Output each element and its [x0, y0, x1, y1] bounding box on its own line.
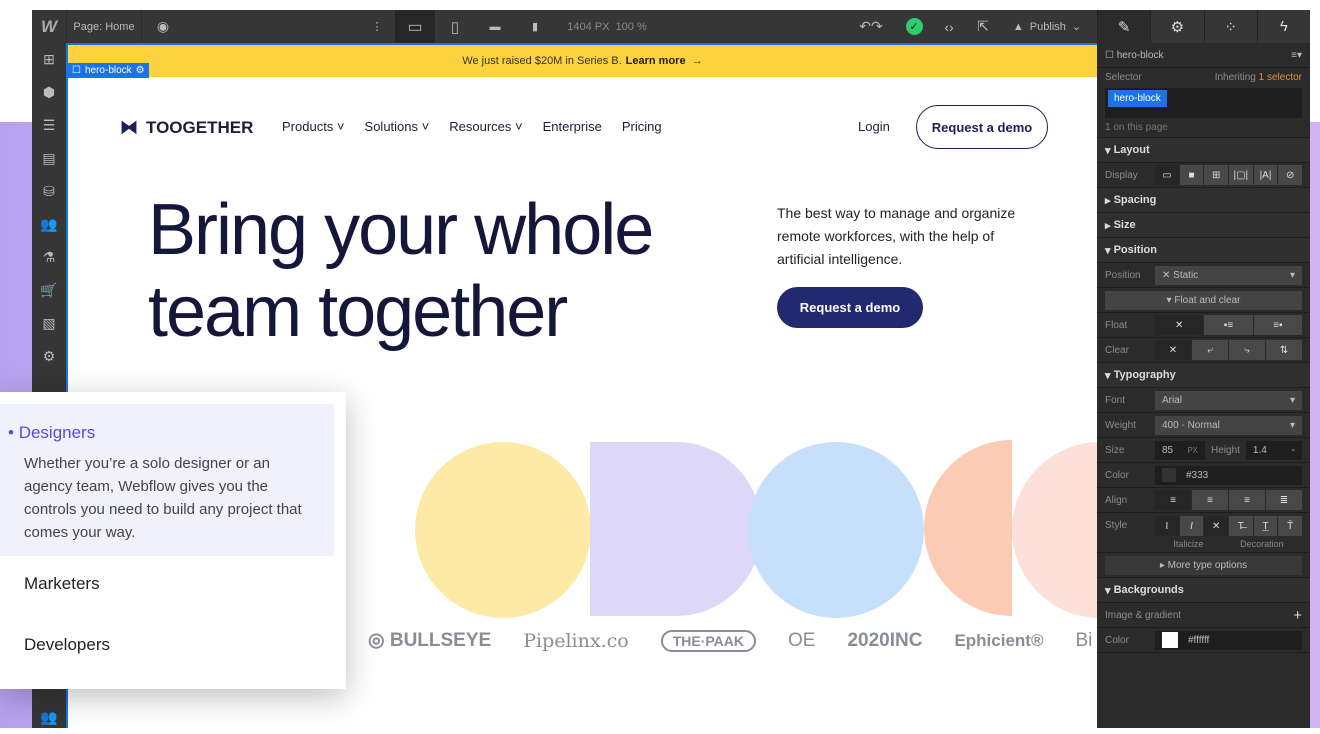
inheriting-link[interactable]: 1 selector [1259, 72, 1302, 83]
font-select[interactable]: Arial ▾ [1155, 390, 1302, 410]
brand-mark-icon: ⧓ [120, 117, 138, 137]
client-logos: ◎ BULLSEYE Pipelinx.co THE·PAAK OE 2020I… [368, 629, 1092, 652]
selector-field[interactable]: hero-block [1105, 88, 1302, 118]
nav-resources[interactable]: Resources ˅ [449, 119, 522, 134]
add-icon[interactable]: ⊞ [32, 43, 66, 76]
hero-request-demo-button[interactable]: Request a demo [777, 287, 923, 328]
align-options[interactable]: ≡ ≡ ≡ ≣ [1155, 490, 1302, 510]
line-height-input[interactable]: 1.4- [1245, 440, 1302, 460]
element-box-icon: ☐ [1105, 49, 1117, 61]
chevron-down-icon: ⌄ [1071, 21, 1082, 33]
weight-select[interactable]: 400 - Normal ▾ [1155, 415, 1302, 435]
position-select[interactable]: ✕ Static ▾ [1155, 265, 1302, 285]
more-dots-icon[interactable]: ⋮ [367, 10, 387, 43]
export-icon[interactable]: ⇱ [968, 10, 998, 43]
settings-icon[interactable]: ⚙ [32, 340, 66, 373]
selected-element-tag[interactable]: ☐ hero-block ⚙ [68, 63, 149, 78]
interactions-icon[interactable]: ϟ [1256, 10, 1310, 43]
cms-icon[interactable]: ⛁ [32, 175, 66, 208]
lavender-quarter [590, 442, 762, 616]
card-item-developers[interactable]: Developers [24, 635, 110, 655]
yellow-circle [415, 442, 591, 618]
style-panel: ✎ ⚙ ⁘ ϟ ☐ hero-block ≡▾ Selector Inheritin… [1097, 10, 1310, 728]
rocket-icon: ▲ [1012, 20, 1024, 33]
style-brush-icon[interactable]: ✎ [1097, 10, 1151, 43]
nav-solutions[interactable]: Solutions ˅ [365, 119, 430, 134]
size-section[interactable]: ▸ Size [1097, 213, 1310, 238]
login-link[interactable]: Login [858, 119, 890, 134]
pages-icon[interactable]: ▤ [32, 142, 66, 175]
logo-bullseye: ◎ BULLSEYE [368, 630, 492, 651]
status-check-icon: ✓ [900, 10, 928, 43]
page-selector[interactable]: Page: Home [66, 10, 142, 43]
arrow-right-icon: → [691, 55, 703, 67]
float-clear-toggle[interactable]: ▾ Float and clear [1105, 290, 1302, 310]
audience-card: • Designers Whether you’re a solo design… [0, 392, 346, 689]
preview-eye-icon[interactable]: ◉ [142, 10, 184, 43]
mobile-portrait-icon[interactable]: ▮ [515, 10, 555, 43]
site-navbar: ⧓ TOOGETHER Products ˅ Solutions ˅ Resour… [68, 97, 1097, 157]
code-icon[interactable]: ‹› [932, 10, 966, 43]
team-icon[interactable]: 👥 [32, 701, 66, 734]
layout-section[interactable]: ▾ Layout [1097, 138, 1310, 163]
zoom-level: 100 % [615, 20, 647, 33]
typography-section[interactable]: ▾ Typography [1097, 363, 1310, 388]
logic-icon[interactable]: ⚗ [32, 241, 66, 274]
card-item-description: Whether you’re a solo designer or an age… [24, 455, 302, 541]
symbols-icon[interactable]: ⬢ [32, 76, 66, 109]
navigator-icon[interactable]: ☰ [32, 109, 66, 142]
logo-ephicient: Ephicient® [954, 630, 1044, 650]
nav-enterprise[interactable]: Enterprise [543, 119, 602, 134]
card-item-marketers[interactable]: Marketers [24, 574, 100, 594]
selector-chip[interactable]: hero-block [1108, 90, 1167, 107]
float-options[interactable]: ✕ ▪≡ ≡▪ [1155, 315, 1302, 335]
element-settings-icon[interactable]: ⚙ [136, 65, 145, 76]
tablet-breakpoint-icon[interactable]: ▯ [435, 10, 475, 43]
request-demo-button[interactable]: Request a demo [916, 105, 1048, 149]
position-section[interactable]: ▾ Position [1097, 238, 1310, 263]
element-name: hero-block [1116, 49, 1164, 61]
element-settings-tab-icon[interactable]: ⚙ [1150, 10, 1204, 43]
bg-color-input[interactable]: #ffffff [1155, 630, 1302, 650]
spacing-section[interactable]: ▸ Spacing [1097, 188, 1310, 213]
mobile-landscape-icon[interactable]: ▬ [475, 10, 515, 43]
nav-pricing[interactable]: Pricing [622, 119, 662, 134]
logo-pipelinx: Pipelinx.co [523, 629, 629, 652]
assets-icon[interactable]: ▧ [32, 307, 66, 340]
more-type-options[interactable]: ▸ More type options [1105, 555, 1302, 575]
element-box-icon: ☐ [72, 65, 81, 76]
logo-thepaak: THE·PAAK [660, 629, 756, 652]
canvas-width: 1404 PX [567, 20, 610, 33]
pink-circle [1012, 442, 1097, 618]
nav-products[interactable]: Products ˅ [282, 119, 345, 134]
users-icon[interactable]: 👥 [32, 208, 66, 241]
logo-partial: Bi [1075, 629, 1093, 651]
logo-oe: OE [788, 629, 816, 651]
font-size-input[interactable]: 85 PX [1155, 440, 1205, 460]
style-manager-icon[interactable]: ⁘ [1203, 10, 1257, 43]
hero-subtitle: The best way to manage and organize remo… [777, 205, 1016, 267]
brand-logo[interactable]: ⧓ TOOGETHER [120, 117, 253, 138]
webflow-logo[interactable]: W [32, 10, 66, 43]
undo-redo-icon[interactable]: ↶↷ [852, 10, 890, 43]
desktop-breakpoint-icon[interactable]: ▭ [395, 10, 435, 43]
style-options[interactable]: I I ✕ T̶ T̲ T̄ [1155, 516, 1303, 536]
learn-more-link[interactable]: Learn more [626, 55, 686, 67]
announcement-banner: We just raised $20M in Series B. Learn mo… [68, 45, 1097, 77]
logo-2020inc: 2020INC [847, 629, 923, 651]
text-color-input[interactable]: #333 [1155, 465, 1302, 485]
backgrounds-section[interactable]: ▾ Backgrounds [1097, 578, 1310, 603]
card-item-designers[interactable]: • Designers [8, 423, 95, 443]
menu-icon[interactable]: ≡▾ [1291, 50, 1302, 61]
publish-button[interactable]: ▲ Publish ⌄ [1002, 10, 1092, 43]
ecommerce-icon[interactable]: 🛒 [32, 274, 66, 307]
blue-circle [748, 442, 924, 618]
add-background-icon[interactable]: + [1293, 607, 1302, 624]
display-options[interactable]: ▭ ■ ⊞ |▢| |A| ⊘ [1155, 165, 1303, 185]
hero-heading: Bring your whole team together [148, 190, 654, 352]
clear-options[interactable]: ✕ ⤶ ⤷ ⇅ [1155, 340, 1302, 360]
